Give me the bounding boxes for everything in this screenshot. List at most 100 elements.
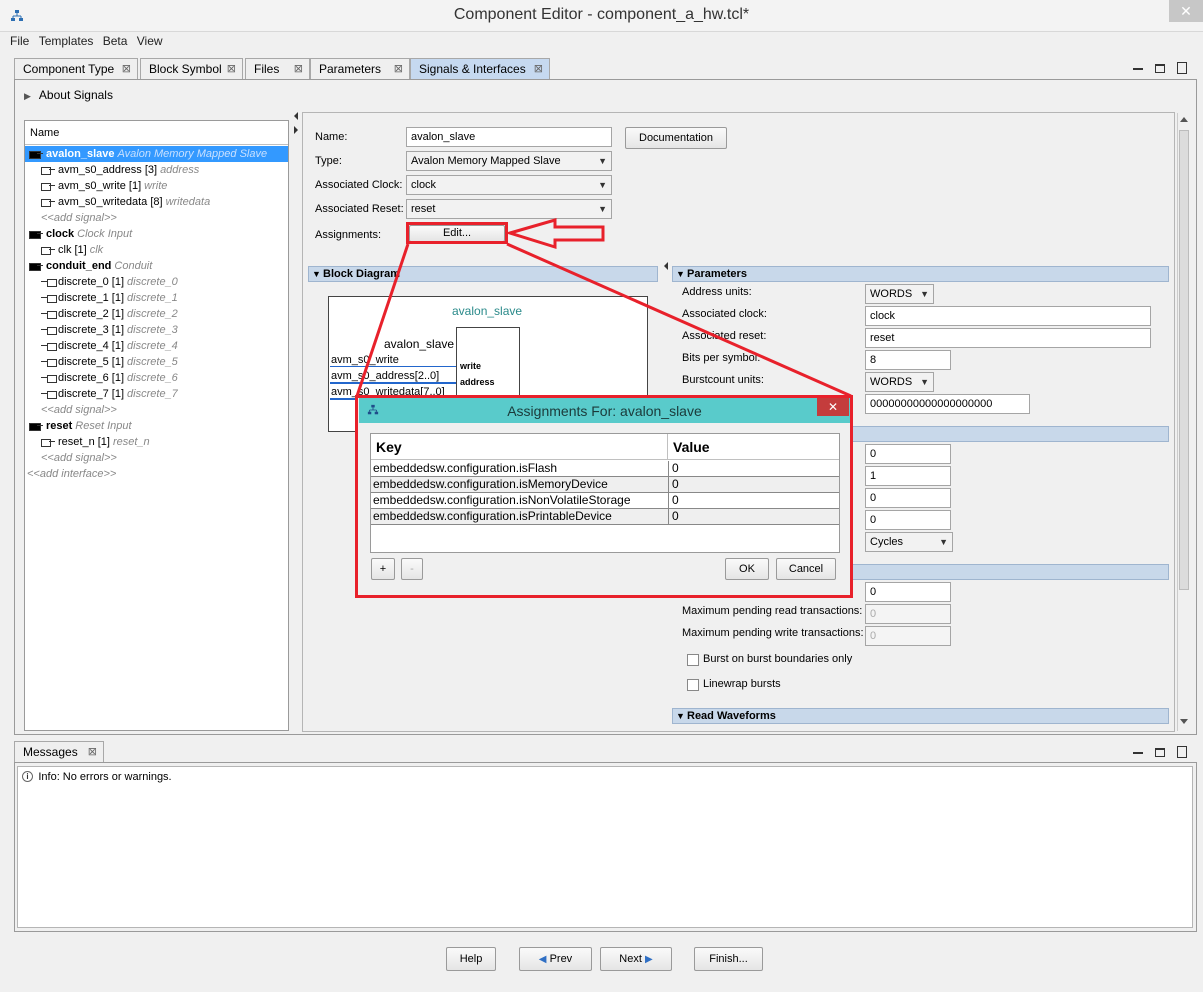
- timing-units-select[interactable]: Cycles ▼: [865, 532, 953, 552]
- menu-templates[interactable]: Templates: [39, 32, 94, 50]
- cancel-button[interactable]: Cancel: [776, 558, 836, 580]
- burstcount-units-select[interactable]: WORDS ▼: [865, 372, 934, 392]
- ok-button[interactable]: OK: [725, 558, 769, 580]
- timing-field-1[interactable]: 0: [865, 444, 951, 464]
- about-signals-toggle[interactable]: ▶ About Signals: [24, 88, 113, 102]
- assoc-clock-param-field[interactable]: clock: [865, 306, 1151, 326]
- tree-add-row[interactable]: <<add signal>>: [25, 402, 288, 418]
- pane-splitter[interactable]: [292, 112, 300, 732]
- tree-interface-row[interactable]: reset Reset Input: [25, 418, 288, 434]
- assoc-reset-param-field[interactable]: reset: [865, 328, 1151, 348]
- restore-icon[interactable]: [1177, 746, 1187, 758]
- tab-component-type[interactable]: Component Type ⊠: [14, 58, 138, 79]
- tree-signal-row[interactable]: discrete_3 [1] discrete_3: [25, 322, 288, 338]
- tab-parameters[interactable]: Parameters ⊠: [310, 58, 410, 79]
- max-pending-write-field[interactable]: 0: [865, 626, 951, 646]
- close-icon[interactable]: ⊠: [294, 59, 303, 79]
- assignment-value[interactable]: 0: [668, 477, 679, 493]
- collapse-left-icon[interactable]: [294, 112, 298, 120]
- timing-field-4[interactable]: 0: [865, 510, 951, 530]
- table-row[interactable]: embeddedsw.configuration.isFlash 0: [371, 461, 839, 477]
- pending-field[interactable]: 0: [865, 582, 951, 602]
- tab-messages[interactable]: Messages ⊠: [14, 741, 104, 762]
- tree-interface-row[interactable]: conduit_end Conduit: [25, 258, 288, 274]
- restore-icon[interactable]: [1177, 62, 1187, 74]
- close-icon[interactable]: ⊠: [227, 59, 236, 79]
- prev-button[interactable]: ◀ Prev: [519, 947, 592, 971]
- next-button[interactable]: Next ▶: [600, 947, 672, 971]
- linewrap-checkbox[interactable]: [687, 679, 699, 691]
- burst-boundaries-checkbox[interactable]: [687, 654, 699, 666]
- documentation-button[interactable]: Documentation: [625, 127, 727, 149]
- max-pending-read-field[interactable]: 0: [865, 604, 951, 624]
- assignment-value[interactable]: 0: [668, 509, 679, 525]
- key-column-header[interactable]: Key: [371, 434, 667, 460]
- tab-block-symbol[interactable]: Block Symbol ⊠: [140, 58, 243, 79]
- assignment-key[interactable]: embeddedsw.configuration.isFlash: [373, 461, 557, 476]
- tree-signal-row[interactable]: discrete_0 [1] discrete_0: [25, 274, 288, 290]
- collapse-left-icon[interactable]: [664, 262, 668, 270]
- menu-view[interactable]: View: [137, 32, 163, 50]
- timing-field-2[interactable]: 1: [865, 466, 951, 486]
- tree-add-row[interactable]: <<add signal>>: [25, 450, 288, 466]
- close-icon[interactable]: ⊠: [122, 59, 131, 79]
- menu-beta[interactable]: Beta: [103, 32, 128, 50]
- scrollbar-thumb[interactable]: [1179, 130, 1189, 590]
- maximize-icon[interactable]: [1155, 748, 1165, 757]
- tree-signal-row[interactable]: discrete_6 [1] discrete_6: [25, 370, 288, 386]
- messages-list[interactable]: i Info: No errors or warnings.: [17, 766, 1193, 928]
- tree-signal-row[interactable]: discrete_4 [1] discrete_4: [25, 338, 288, 354]
- assignment-key[interactable]: embeddedsw.configuration.isMemoryDevice: [373, 477, 608, 492]
- bits-per-symbol-field[interactable]: 8: [865, 350, 951, 370]
- tree-signal-row[interactable]: avm_s0_address [3] address: [25, 162, 288, 178]
- assignment-key[interactable]: embeddedsw.configuration.isNonVolatileSt…: [373, 493, 631, 508]
- close-icon[interactable]: ⊠: [534, 59, 543, 79]
- assignment-value[interactable]: 0: [668, 461, 679, 477]
- timing-section-header[interactable]: [850, 426, 1169, 442]
- name-field[interactable]: avalon_slave: [406, 127, 612, 147]
- associated-clock-select[interactable]: clock ▼: [406, 175, 612, 195]
- tab-signals-interfaces[interactable]: Signals & Interfaces ⊠: [410, 58, 550, 79]
- tree-signal-row[interactable]: clk [1] clk: [25, 242, 288, 258]
- tree-signal-row[interactable]: reset_n [1] reset_n: [25, 434, 288, 450]
- help-button[interactable]: Help: [446, 947, 496, 971]
- type-select[interactable]: Avalon Memory Mapped Slave ▼: [406, 151, 612, 171]
- tree-signal-row[interactable]: discrete_7 [1] discrete_7: [25, 386, 288, 402]
- tree-signal-row[interactable]: avm_s0_write [1] write: [25, 178, 288, 194]
- tree-signal-row[interactable]: discrete_1 [1] discrete_1: [25, 290, 288, 306]
- read-waveforms-header[interactable]: ▼ Read Waveforms: [672, 708, 1169, 724]
- timing-field-3[interactable]: 0: [865, 488, 951, 508]
- assignment-value[interactable]: 0: [668, 493, 679, 509]
- collapse-right-icon[interactable]: [294, 126, 298, 134]
- address-units-select[interactable]: WORDS ▼: [865, 284, 934, 304]
- maximize-icon[interactable]: [1155, 64, 1165, 73]
- table-row[interactable]: embeddedsw.configuration.isPrintableDevi…: [371, 509, 839, 525]
- scroll-up-icon[interactable]: [1180, 117, 1188, 122]
- block-diagram-header[interactable]: ▼ Block Diagram: [308, 266, 658, 282]
- close-icon[interactable]: ⊠: [88, 742, 97, 762]
- scroll-down-icon[interactable]: [1180, 719, 1188, 724]
- table-row[interactable]: embeddedsw.configuration.isMemoryDevice 0: [371, 477, 839, 493]
- window-close-button[interactable]: ✕: [1169, 0, 1203, 22]
- minimize-icon[interactable]: [1133, 752, 1143, 754]
- associated-reset-select[interactable]: reset ▼: [406, 199, 612, 219]
- address-span-field[interactable]: 00000000000000000000: [865, 394, 1030, 414]
- table-row[interactable]: embeddedsw.configuration.isNonVolatileSt…: [371, 493, 839, 509]
- dialog-close-button[interactable]: ✕: [817, 398, 849, 416]
- minimize-icon[interactable]: [1133, 68, 1143, 70]
- menu-file[interactable]: File: [10, 32, 29, 50]
- assignments-table[interactable]: Key Value embeddedsw.configuration.isFla…: [370, 433, 840, 553]
- finish-button[interactable]: Finish...: [694, 947, 763, 971]
- tree-add-row[interactable]: <<add signal>>: [25, 210, 288, 226]
- tree-signal-row[interactable]: discrete_5 [1] discrete_5: [25, 354, 288, 370]
- tree-interface-row[interactable]: clock Clock Input: [25, 226, 288, 242]
- value-column-header[interactable]: Value: [667, 434, 839, 460]
- signals-tree[interactable]: Name avalon_slave Avalon Memory Mapped Sl…: [24, 120, 289, 731]
- message-row[interactable]: i Info: No errors or warnings.: [22, 769, 172, 783]
- pipelined-section-header[interactable]: [850, 564, 1169, 580]
- tree-signal-row[interactable]: discrete_2 [1] discrete_2: [25, 306, 288, 322]
- tree-signal-row[interactable]: avm_s0_writedata [8] writedata: [25, 194, 288, 210]
- tree-add-row[interactable]: <<add interface>>: [25, 466, 288, 482]
- parameters-header[interactable]: ▼ Parameters: [672, 266, 1169, 282]
- close-icon[interactable]: ⊠: [394, 59, 403, 79]
